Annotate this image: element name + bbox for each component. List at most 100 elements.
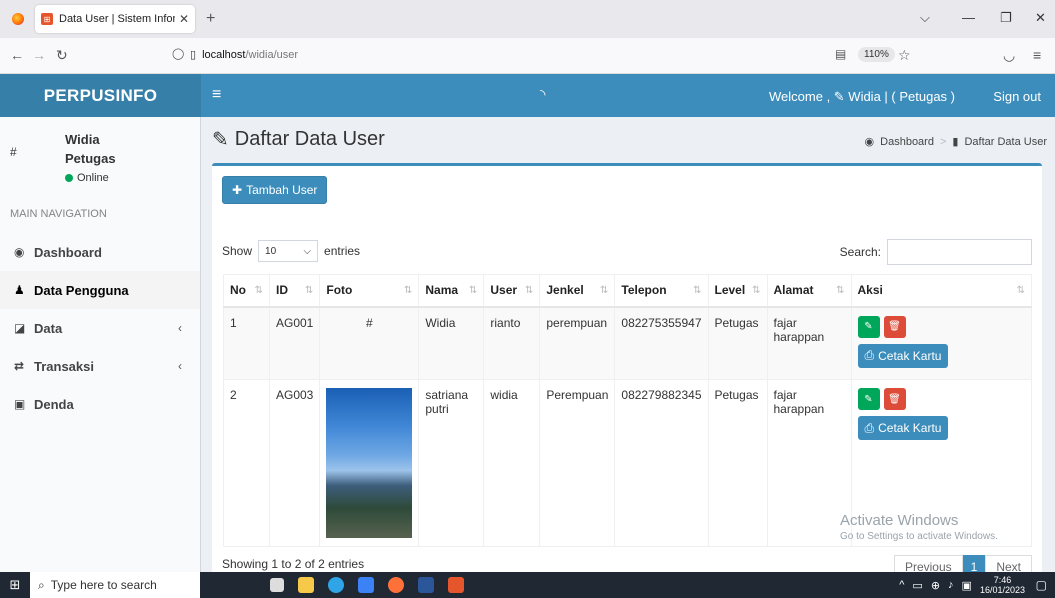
user-name: Widia xyxy=(65,132,100,147)
minimize-icon[interactable]: — xyxy=(962,10,975,25)
entries-select[interactable]: 10 ⌵ xyxy=(258,240,319,262)
reader-icon[interactable]: ▤ xyxy=(835,47,846,61)
breadcrumb-dashboard[interactable]: Dashboard xyxy=(880,136,934,148)
col-foto[interactable]: Foto ⇅ xyxy=(319,274,420,308)
watermark-subtitle: Go to Settings to activate Windows. xyxy=(840,531,998,542)
zoom-level[interactable]: 110% xyxy=(858,47,895,62)
col-aksi[interactable]: Aksi ⇅ xyxy=(850,274,1032,308)
print-icon: ⎙ xyxy=(864,348,875,362)
search-label: Search: xyxy=(839,245,881,259)
xampp-tray-icon[interactable]: ▣ xyxy=(962,579,972,592)
signout-link[interactable]: Sign out xyxy=(993,89,1041,104)
app-logo[interactable]: PERPUSINFO xyxy=(0,74,201,117)
url-bar[interactable]: ▯ localhost /widia/user xyxy=(190,48,298,62)
sidebar-item-label: Denda xyxy=(34,396,74,412)
page-icon: ▯ xyxy=(190,49,197,61)
edit-button[interactable]: ✎ xyxy=(857,315,880,338)
print-card-button[interactable]: ⎙ Cetak Kartu xyxy=(857,343,949,368)
chevron-down-icon[interactable]: ⌵ xyxy=(920,10,930,26)
edit-icon: ◪ xyxy=(14,321,26,335)
add-user-label: Tambah User xyxy=(246,183,318,197)
xampp-icon[interactable] xyxy=(448,577,464,593)
favicon-icon: ⊞ xyxy=(41,13,53,25)
sidebar-item-label: Transaksi xyxy=(34,358,94,374)
edge-icon[interactable] xyxy=(328,577,344,593)
store-icon[interactable] xyxy=(358,577,374,593)
pocket-icon[interactable]: ◡ xyxy=(1003,47,1015,64)
network-icon[interactable]: ⊕ xyxy=(931,579,940,592)
volume-icon[interactable]: ♪ xyxy=(948,579,954,591)
restore-icon[interactable]: ❐ xyxy=(1000,10,1012,26)
col-user[interactable]: User ⇅ xyxy=(483,274,541,308)
breadcrumb-separator: > xyxy=(939,135,947,148)
add-user-button[interactable]: ✚ Tambah User xyxy=(222,176,328,204)
clock-date: 16/01/2023 xyxy=(979,585,1025,595)
windows-start-icon[interactable]: ⊞ xyxy=(0,572,30,598)
forward-icon[interactable]: → xyxy=(32,47,46,63)
user-panel: # Widia Petugas Online xyxy=(0,117,200,197)
taskbar-search-placeholder: Type here to search xyxy=(50,578,157,592)
search-area: Search: xyxy=(840,239,1032,265)
cell-foto: # xyxy=(319,306,420,380)
new-tab-button[interactable]: + xyxy=(206,10,215,28)
sidebar-item-data-pengguna[interactable]: ♟ Data Pengguna xyxy=(0,271,200,309)
col-id[interactable]: ID ⇅ xyxy=(268,274,321,308)
edit-button[interactable]: ✎ xyxy=(857,388,880,410)
close-window-icon[interactable]: ✕ xyxy=(1035,10,1046,26)
sidebar-item-data[interactable]: ◪ Data ‹ xyxy=(0,309,200,347)
menu-icon[interactable]: ≡ xyxy=(1033,47,1041,63)
user-icon: ♟ xyxy=(14,283,25,297)
cell-id: AG001 xyxy=(268,306,321,380)
shield-icon[interactable]: ◯ xyxy=(172,47,184,60)
online-dot-icon xyxy=(65,174,73,182)
col-alamat[interactable]: Alamat ⇅ xyxy=(766,274,852,308)
browser-tabbar: ⊞ Data User | Sistem Informasi Per ✕ + ⌵… xyxy=(0,0,1055,38)
delete-button[interactable]: 🗑 xyxy=(883,388,906,410)
sidebar-item-transaksi[interactable]: ⇄ Transaksi ‹ xyxy=(0,347,200,385)
sidebar: # Widia Petugas Online MAIN NAVIGATION ◉… xyxy=(0,117,201,572)
sort-icon: ⇅ xyxy=(836,285,845,296)
cell-alamat: fajar harappan xyxy=(766,306,852,380)
money-icon: ▣ xyxy=(14,397,26,411)
col-level[interactable]: Level ⇅ xyxy=(707,274,768,308)
star-icon[interactable]: ☆ xyxy=(898,47,911,64)
app-header: PERPUSINFO ≡ ◝ Welcome , ✎ Widia | ( Pet… xyxy=(0,74,1055,117)
reload-icon[interactable]: ↻ xyxy=(56,47,68,64)
col-telepon[interactable]: Telepon ⇅ xyxy=(614,274,709,308)
chevron-up-icon[interactable]: ^ xyxy=(899,579,904,591)
col-no[interactable]: No ⇅ xyxy=(223,274,270,308)
sort-icon: ⇅ xyxy=(1016,285,1025,296)
file-explorer-icon[interactable] xyxy=(298,577,314,593)
breadcrumb: ◉ Dashboard > ▮ Daftar Data User xyxy=(865,135,1047,149)
sidebar-item-dashboard[interactable]: ◉ Dashboard xyxy=(0,233,200,271)
word-icon[interactable] xyxy=(418,577,434,593)
welcome-text[interactable]: Welcome , ✎ Widia | ( Petugas ) xyxy=(769,89,955,105)
show-entries: Show 10 ⌵ entries xyxy=(222,240,360,262)
search-input[interactable] xyxy=(887,239,1032,265)
col-jenkel[interactable]: Jenkel ⇅ xyxy=(539,274,616,308)
task-view-icon[interactable] xyxy=(270,578,284,592)
close-icon[interactable]: ✕ xyxy=(179,12,189,26)
print-icon: ⎙ xyxy=(864,420,875,435)
browser-tab[interactable]: ⊞ Data User | Sistem Informasi Per ✕ xyxy=(35,5,195,33)
user-photo xyxy=(326,388,413,538)
edit-icon: ✎ xyxy=(212,129,229,151)
notification-icon[interactable]: ▢ xyxy=(1036,578,1047,592)
sidebar-item-denda[interactable]: ▣ Denda xyxy=(0,385,200,423)
print-card-label: Cetak Kartu xyxy=(878,421,942,435)
cell-no: 2 xyxy=(223,379,270,547)
firefox-taskbar-icon[interactable] xyxy=(388,577,404,593)
chevron-left-icon: ‹ xyxy=(178,359,182,373)
col-nama[interactable]: Nama ⇅ xyxy=(418,274,485,308)
tab-title: Data User | Sistem Informasi Per xyxy=(59,13,175,25)
back-icon[interactable]: ← xyxy=(10,47,24,63)
battery-icon[interactable]: ▭ xyxy=(912,579,922,592)
delete-button[interactable]: 🗑 xyxy=(883,315,906,338)
hamburger-icon[interactable]: ≡ xyxy=(212,86,221,104)
clock[interactable]: 7:46 16/01/2023 xyxy=(980,575,1025,595)
cell-foto xyxy=(319,379,420,547)
watermark-title: Activate Windows xyxy=(840,512,959,529)
print-card-button[interactable]: ⎙ Cetak Kartu xyxy=(857,416,949,440)
firefox-icon[interactable] xyxy=(12,13,24,25)
taskbar-search[interactable]: ⌕ Type here to search xyxy=(30,572,200,598)
